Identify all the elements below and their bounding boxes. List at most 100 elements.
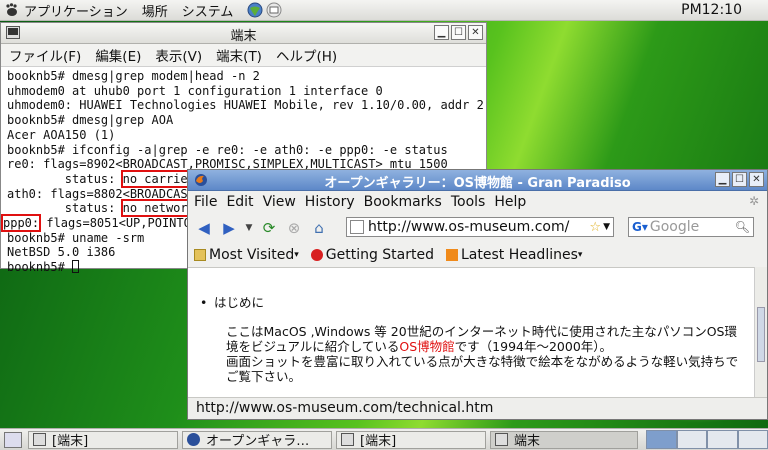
menu-file[interactable]: ファイル(F) xyxy=(9,45,81,65)
bottom-taskbar: [端末] オープンギャラ… [端末] 端末 xyxy=(0,428,768,450)
terminal-cursor xyxy=(72,260,80,274)
terminal-line: Acer AOA150 (1) xyxy=(7,127,116,142)
page-scrollbar[interactable] xyxy=(754,267,767,397)
navigation-toolbar: ◀ ▶ ▼ ⟳ ⊗ ⌂ http://www.os-museum.com/ ☆ … xyxy=(188,213,767,243)
url-dropdown-icon[interactable]: ▼ xyxy=(603,222,610,232)
terminal-titlebar[interactable]: 端末 ▁ ☐ ✕ xyxy=(1,23,486,44)
scrollbar-thumb[interactable] xyxy=(757,307,765,362)
bookmark-most-visited[interactable]: Most Visited ▾ xyxy=(194,247,299,263)
browser-window: オープンギャラリー：OS博物館 - Gran Paradiso ▁ ☐ ✕ Fi… xyxy=(187,169,768,420)
workspace-4[interactable] xyxy=(737,430,768,449)
menu-places[interactable]: 場所 xyxy=(142,1,168,20)
close-button[interactable]: ✕ xyxy=(468,25,483,40)
folder-icon xyxy=(194,249,206,261)
close-button[interactable]: ✕ xyxy=(749,172,764,187)
rss-feed-icon xyxy=(446,249,458,261)
workspace-2[interactable] xyxy=(676,430,707,449)
url-bar[interactable]: http://www.os-museum.com/ ☆ ▼ xyxy=(346,217,614,237)
minimize-button[interactable]: ▁ xyxy=(434,25,449,40)
menu-system[interactable]: システム xyxy=(182,1,234,20)
menu-help[interactable]: ヘルプ(H) xyxy=(276,45,337,65)
menu-bookmarks[interactable]: Bookmarks xyxy=(364,194,442,210)
menu-edit[interactable]: 編集(E) xyxy=(95,45,141,65)
top-panel: アプリケーション 場所 システム PM12:10 xyxy=(0,0,768,21)
minimize-button[interactable]: ▁ xyxy=(715,172,730,187)
firefox-icon xyxy=(187,433,200,446)
terminal-title: 端末 xyxy=(230,29,257,44)
status-no-carrier-highlight: no carrier xyxy=(120,169,197,188)
bookmarks-toolbar: Most Visited ▾ Getting Started Latest Hea… xyxy=(188,243,767,268)
menu-tools[interactable]: Tools xyxy=(451,194,486,210)
terminal-menubar: ファイル(F) 編集(E) 表示(V) 端末(T) ヘルプ(H) xyxy=(1,44,486,67)
home-button[interactable]: ⌂ xyxy=(309,218,329,238)
gnome-foot-icon[interactable] xyxy=(4,2,20,18)
show-desktop-button[interactable] xyxy=(4,431,22,448)
search-placeholder: Google xyxy=(649,219,700,235)
search-icon[interactable]: 🔍︎ xyxy=(735,220,750,234)
task-terminal-3[interactable]: 端末 xyxy=(490,430,638,449)
history-dropdown-icon[interactable]: ▼ xyxy=(244,218,254,238)
page-content: はじめに ここはMacOS ,Windows 等 20世紀のインターネット時代に… xyxy=(188,292,745,397)
forward-button[interactable]: ▶ xyxy=(219,218,239,238)
terminal-line: uhmodem0 at uhub0 port 1 configuration 1… xyxy=(7,83,383,98)
ladybug-icon xyxy=(310,249,323,261)
status-no-network-highlight: no network xyxy=(120,199,197,218)
status-bar: http://www.os-museum.com/technical.htm xyxy=(188,397,767,419)
email-launcher-icon[interactable] xyxy=(266,2,282,18)
url-text: http://www.os-museum.com/ xyxy=(368,219,570,235)
terminal-icon xyxy=(33,433,46,446)
status-label: status: xyxy=(7,201,123,216)
throbber-icon: ✲ xyxy=(748,194,759,208)
workspace-3[interactable] xyxy=(707,430,738,449)
bookmark-label: Getting Started xyxy=(325,247,434,263)
bookmark-latest-headlines[interactable]: Latest Headlines ▾ xyxy=(446,247,582,263)
intro-paragraph: ここはMacOS ,Windows 等 20世紀のインターネット時代に使用された… xyxy=(200,324,745,384)
task-terminal-1[interactable]: [端末] xyxy=(28,430,178,449)
reload-button[interactable]: ⟳ xyxy=(259,218,279,238)
bookmark-getting-started[interactable]: Getting Started xyxy=(310,247,434,263)
back-button[interactable]: ◀ xyxy=(194,218,214,238)
task-terminal-2[interactable]: [端末] xyxy=(336,430,486,449)
bookmark-label: Latest Headlines xyxy=(461,247,578,263)
task-label: オープンギャラ… xyxy=(206,434,310,449)
browser-titlebar[interactable]: オープンギャラリー：OS博物館 - Gran Paradiso ▁ ☐ ✕ xyxy=(188,170,767,191)
search-box[interactable]: G▾ Google 🔍︎ xyxy=(628,217,754,237)
workspace-1[interactable] xyxy=(646,430,677,449)
clock[interactable]: PM12:10 xyxy=(681,2,742,18)
google-engine-icon[interactable]: G▾ xyxy=(632,220,648,234)
maximize-button[interactable]: ☐ xyxy=(451,25,466,40)
stop-button[interactable]: ⊗ xyxy=(284,218,304,238)
task-label: [端末] xyxy=(52,434,89,449)
status-label: status: xyxy=(7,171,123,186)
intro-text: です（1994年〜2000年）。 xyxy=(454,339,613,354)
menu-view[interactable]: View xyxy=(263,194,296,210)
terminal-line: booknb5# dmesg|grep modem|head -n 2 xyxy=(7,69,260,83)
terminal-icon xyxy=(341,433,354,446)
terminal-line: booknb5# ifconfig -a|grep -e re0: -e ath… xyxy=(7,142,448,157)
web-browser-launcher-icon[interactable] xyxy=(247,2,263,18)
maximize-button[interactable]: ☐ xyxy=(732,172,747,187)
menu-applications[interactable]: アプリケーション xyxy=(24,1,128,20)
task-browser[interactable]: オープンギャラ… xyxy=(182,430,332,449)
task-label: [端末] xyxy=(360,434,397,449)
site-favicon xyxy=(350,220,364,234)
os-museum-link[interactable]: OS博物館 xyxy=(399,339,454,354)
list-item: はじめに xyxy=(200,295,745,310)
menu-help[interactable]: Help xyxy=(494,194,526,210)
bookmark-label: Most Visited xyxy=(209,247,295,263)
bookmark-star-icon[interactable]: ☆ xyxy=(589,220,601,235)
menu-view[interactable]: 表示(V) xyxy=(155,45,202,65)
terminal-line: booknb5# dmesg|grep AOA xyxy=(7,113,174,128)
menu-edit[interactable]: Edit xyxy=(226,194,253,210)
terminal-line: uhmodem0: HUAWEI Technologies HUAWEI Mob… xyxy=(7,98,484,113)
ppp-flags: flags=8051<UP,POINTOP xyxy=(39,216,199,231)
menu-terminal[interactable]: 端末(T) xyxy=(216,45,262,65)
intro-text-2: 画面ショットを豊富に取り入れている点が大きな特徴で絵本をながめるような軽い気持ち… xyxy=(226,354,739,384)
browser-title: オープンギャラリー：OS博物館 - Gran Paradiso xyxy=(324,176,631,191)
workspace-switcher xyxy=(646,430,768,449)
menu-file[interactable]: File xyxy=(194,194,217,210)
menu-history[interactable]: History xyxy=(305,194,355,210)
terminal-icon xyxy=(495,433,508,446)
terminal-prompt: booknb5# xyxy=(7,260,73,275)
ppp0-highlight: ppp0: xyxy=(0,214,42,233)
